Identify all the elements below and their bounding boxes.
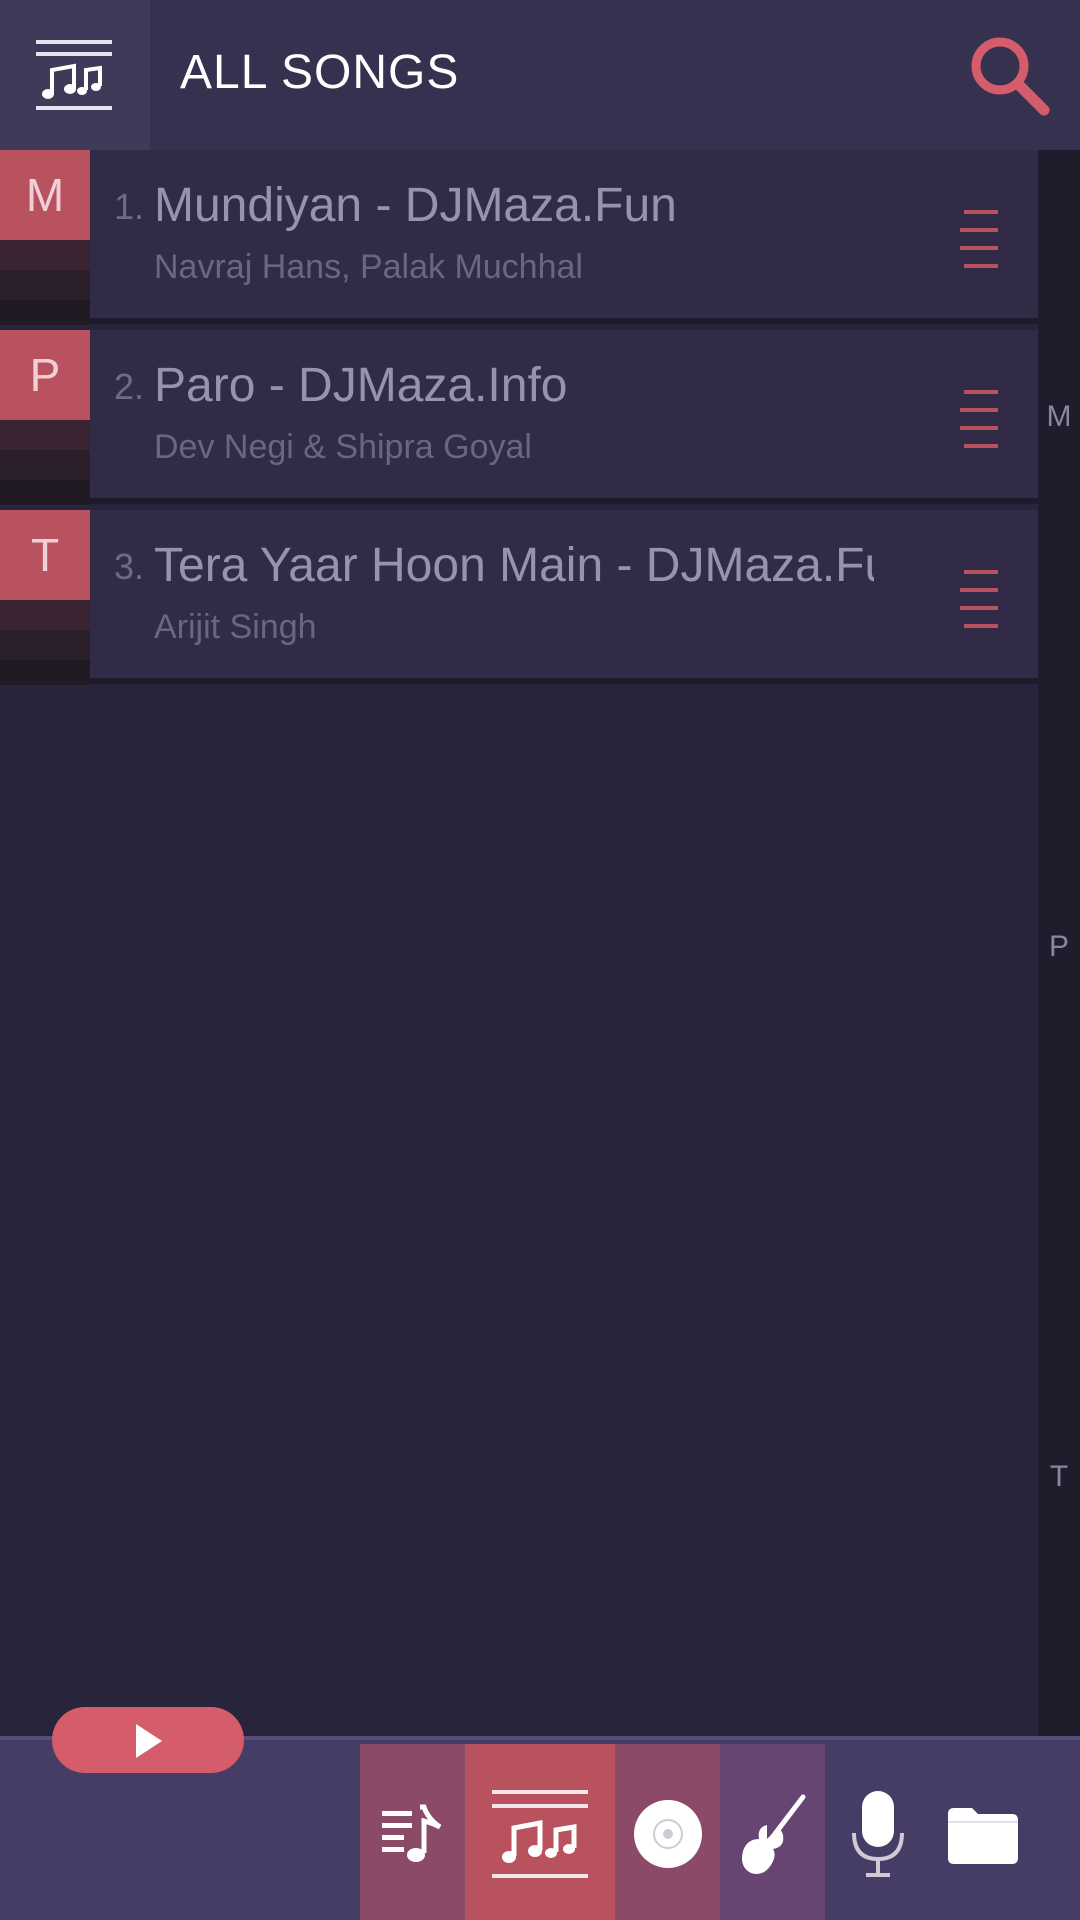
- tab-genres[interactable]: [825, 1744, 930, 1920]
- letter-column: M: [0, 150, 90, 325]
- index-letter-p[interactable]: P: [1038, 930, 1080, 964]
- menu-button[interactable]: [0, 0, 150, 150]
- song-list: M 1. Mundiyan - DJMaza.Fun Navraj Hans, …: [0, 150, 1038, 690]
- search-button[interactable]: [968, 34, 1050, 116]
- page-title: ALL SONGS: [180, 46, 460, 99]
- song-row[interactable]: P 2. Paro - DJMaza.Info Dev Negi & Shipr…: [0, 330, 1038, 510]
- song-card[interactable]: 3. Tera Yaar Hoon Main - DJMaza.Fun Arij…: [90, 510, 1038, 684]
- drag-handle-icon[interactable]: [960, 570, 1002, 630]
- song-number: 3.: [114, 546, 145, 587]
- play-icon: [136, 1724, 162, 1758]
- song-title: Mundiyan - DJMaza.Fun: [154, 179, 677, 232]
- music-notes-icon: [492, 1790, 588, 1878]
- microphone-icon: [851, 1791, 904, 1877]
- drag-handle-icon[interactable]: [960, 390, 1002, 450]
- song-row[interactable]: T 3. Tera Yaar Hoon Main - DJMaza.Fun Ar…: [0, 510, 1038, 690]
- alphabet-index[interactable]: M P T: [1038, 150, 1080, 1736]
- letter-badge: M: [0, 150, 90, 240]
- song-title: Paro - DJMaza.Info: [154, 359, 568, 412]
- letter-badge: P: [0, 330, 90, 420]
- playlist-menu-icon: [36, 40, 112, 110]
- song-number: 2.: [114, 366, 145, 407]
- top-app-bar: ALL SONGS: [0, 0, 1080, 150]
- disc-icon: [633, 1800, 702, 1868]
- letter-column: P: [0, 330, 90, 505]
- letter-column: T: [0, 510, 90, 685]
- tab-playlists[interactable]: [360, 1744, 465, 1920]
- tab-folders[interactable]: [930, 1744, 1035, 1920]
- folder-icon: [947, 1808, 1018, 1864]
- tab-albums[interactable]: [615, 1744, 720, 1920]
- song-artist: Dev Negi & Shipra Goyal: [154, 428, 532, 466]
- index-letter-t[interactable]: T: [1038, 1460, 1080, 1494]
- song-row[interactable]: M 1. Mundiyan - DJMaza.Fun Navraj Hans, …: [0, 150, 1038, 330]
- play-button[interactable]: [52, 1707, 244, 1773]
- song-card[interactable]: 2. Paro - DJMaza.Info Dev Negi & Shipra …: [90, 330, 1038, 504]
- guitar-icon: [741, 1794, 805, 1874]
- playlist-note-icon: [381, 1804, 441, 1862]
- letter-badge: T: [0, 510, 90, 600]
- drag-handle-icon[interactable]: [960, 210, 1002, 270]
- tab-songs[interactable]: [465, 1744, 615, 1920]
- song-card[interactable]: 1. Mundiyan - DJMaza.Fun Navraj Hans, Pa…: [90, 150, 1038, 324]
- song-title: Tera Yaar Hoon Main - DJMaza.Fun: [154, 539, 874, 592]
- song-artist: Navraj Hans, Palak Muchhal: [154, 248, 583, 286]
- app-root: ALL SONGS M 1. Mundiyan - DJMaza.Fun Nav…: [0, 0, 1080, 1920]
- tab-artists[interactable]: [720, 1744, 825, 1920]
- song-artist: Arijit Singh: [154, 608, 317, 646]
- index-letter-m[interactable]: M: [1038, 400, 1080, 434]
- search-icon: [971, 37, 1050, 116]
- song-number: 1.: [114, 186, 145, 227]
